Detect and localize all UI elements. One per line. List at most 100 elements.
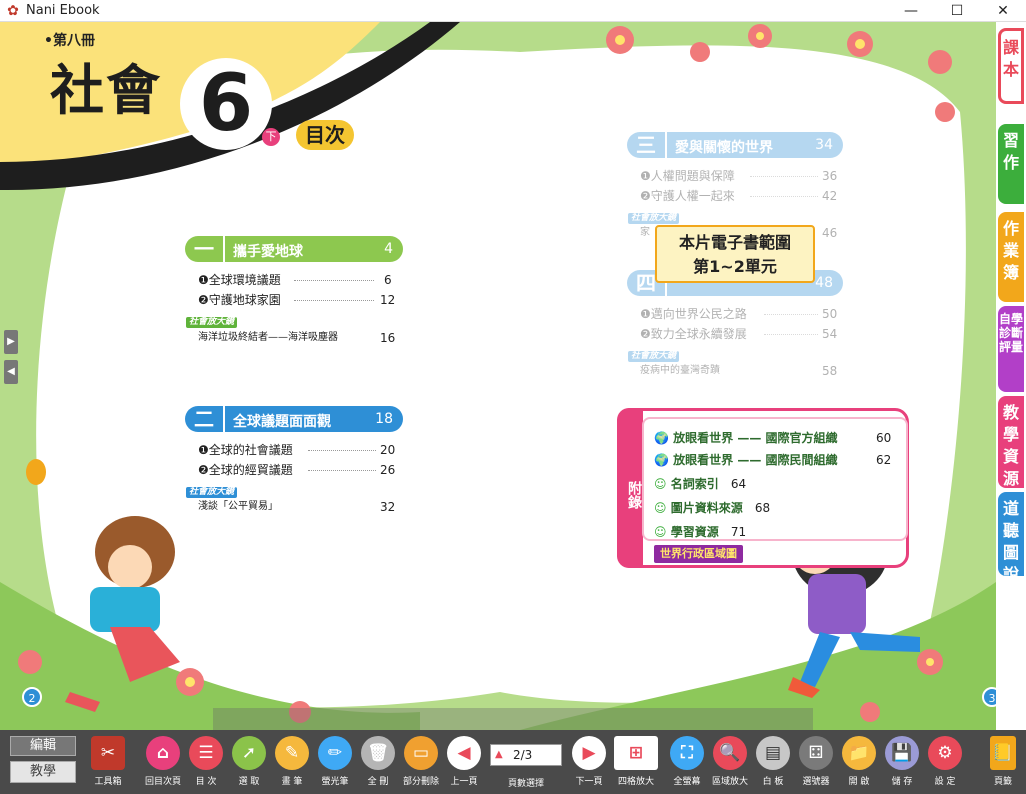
home-icon: ⌂ bbox=[146, 736, 180, 770]
toc-item-page: 16 bbox=[380, 331, 396, 345]
unit-page: 4 bbox=[384, 241, 393, 257]
smile-icon: ☺ bbox=[654, 501, 667, 515]
appendix-item[interactable]: ☺ 名詞索引 64 bbox=[654, 475, 904, 493]
tab-illustrations[interactable]: 道聽圖說 bbox=[998, 492, 1024, 584]
settings-icon: ⚙ bbox=[928, 736, 962, 770]
toc-item-label: 家 bbox=[640, 227, 650, 238]
list-icon: ☰ bbox=[189, 736, 223, 770]
nani-logo-icon: ✿ bbox=[7, 3, 19, 19]
tool-button[interactable]: ◀ 上一頁 bbox=[445, 736, 483, 787]
toc-item[interactable]: ❷守護人權一起來 42 bbox=[640, 187, 838, 205]
bottom-toolbar: 編輯 教學 ✂ 工具箱 ⌂ 回目次頁 ☰ 目 次 ➚ 選 取 ✎ 畫 筆 ✏ 螢光筆 🗑 全… bbox=[0, 730, 1026, 794]
appendix-item-label: 放眼看世界 —— 國際官方組織 bbox=[673, 431, 838, 445]
toc-item-label: ❶全球環境議題 bbox=[198, 273, 281, 287]
collapse-panel-button[interactable]: ◀ bbox=[4, 360, 18, 384]
toc-item-page: 26 bbox=[380, 463, 396, 477]
appendix-item-label: 名詞索引 bbox=[670, 477, 719, 491]
toc-item-page: 50 bbox=[822, 307, 838, 321]
unit-number: 二 bbox=[185, 406, 225, 432]
toc-item-label: ❶人權問題與保障 bbox=[640, 169, 735, 183]
toc-item[interactable]: ❷致力全球永續發展 54 bbox=[640, 325, 838, 343]
window-title: Nani Ebook bbox=[26, 3, 100, 18]
next-page-icon: ▶ bbox=[572, 736, 606, 770]
toc-item[interactable]: ❷守護地球家園 12 bbox=[198, 291, 396, 309]
toc-item[interactable]: ❶邁向世界公民之路 50 bbox=[640, 305, 838, 323]
appendix-item[interactable]: ☺ 學習資源 71 bbox=[654, 523, 904, 541]
tab-textbook[interactable]: 課本 bbox=[998, 28, 1024, 104]
leader-line bbox=[764, 314, 818, 315]
bookmark-button[interactable]: 📒 頁籤 bbox=[984, 736, 1022, 787]
appendix-item[interactable]: 🌍 放眼看世界 —— 國際官方組織 60 bbox=[654, 429, 904, 447]
tab-teaching-resources[interactable]: 教學資源 bbox=[998, 396, 1024, 488]
smile-icon: ☺ bbox=[654, 525, 667, 539]
appendix-item-label: 學習資源 bbox=[670, 525, 719, 539]
toolbox-button[interactable]: ✂ 工具箱 bbox=[86, 736, 130, 787]
appendix-item-label: 圖片資料來源 bbox=[670, 501, 743, 515]
appendix-label: 附錄 bbox=[617, 408, 643, 568]
toc-item-label: ❷致力全球永續發展 bbox=[640, 327, 747, 341]
toc-item[interactable]: 疫病中的臺灣奇蹟 58 bbox=[640, 362, 838, 380]
minimize-button[interactable]: — bbox=[888, 0, 934, 22]
toc-item[interactable]: ❶人權問題與保障 36 bbox=[640, 167, 838, 185]
edit-mode-button[interactable]: 編輯 bbox=[10, 736, 76, 756]
title-bar: ✿ Nani Ebook — ☐ ✕ bbox=[0, 0, 1026, 22]
fullscreen-icon: ⛶ bbox=[670, 736, 704, 770]
toc-item-page: 32 bbox=[380, 500, 396, 514]
folder-icon: 📁 bbox=[842, 736, 876, 770]
toc-item-page: 58 bbox=[822, 364, 838, 378]
toc-item[interactable]: 淺談「公平貿易」 32 bbox=[198, 498, 396, 516]
unit-3-header[interactable]: 三愛與關懷的世界 34 bbox=[627, 132, 843, 158]
magnifier-tag: 社會放大鏡 bbox=[628, 351, 680, 362]
toc-item-page: 20 bbox=[380, 443, 396, 457]
tool-button[interactable]: ⚙ 設 定 bbox=[926, 736, 964, 787]
eraser-icon: ▭ bbox=[404, 736, 438, 770]
tool-button[interactable]: ⊞ 四格放大 bbox=[613, 736, 659, 787]
toc-item[interactable]: 海洋垃圾終結者——海洋吸塵器 16 bbox=[198, 329, 396, 347]
leader-line bbox=[750, 196, 818, 197]
leader-line bbox=[294, 300, 374, 301]
trash-icon: 🗑 bbox=[361, 736, 395, 770]
toc-item-page: 12 bbox=[380, 293, 396, 307]
unit-page: 18 bbox=[375, 411, 393, 427]
page-indicator[interactable]: ▲ 2/3 bbox=[490, 744, 562, 766]
unit-title: 全球議題面面觀 bbox=[233, 414, 331, 430]
toc-item-label: ❷守護地球家園 bbox=[198, 293, 281, 307]
tool-label: 設 定 bbox=[934, 777, 956, 787]
smile-icon: ☺ bbox=[654, 477, 667, 491]
toc-item[interactable]: ❷全球的經貿議題 26 bbox=[198, 461, 396, 479]
appendix-item[interactable]: 🌍 放眼看世界 —— 國際民間組織 62 bbox=[654, 451, 904, 469]
tab-workbook[interactable]: 習作 bbox=[998, 124, 1024, 204]
highlighter-icon: ✏ bbox=[318, 736, 352, 770]
appendix-item[interactable]: ☺ 圖片資料來源 68 bbox=[654, 499, 904, 517]
toc-item[interactable]: ❶全球的社會議題 20 bbox=[198, 441, 396, 459]
unit-1-header[interactable]: 一攜手愛地球 4 bbox=[185, 236, 403, 262]
unit-2-header[interactable]: 二全球議題面面觀 18 bbox=[185, 406, 403, 432]
expand-panel-button[interactable]: ▶ bbox=[4, 330, 18, 354]
toc-item-page: 36 bbox=[822, 169, 838, 183]
bookmark-icon: 📒 bbox=[990, 736, 1016, 770]
toolbox-icon: ✂ bbox=[91, 736, 125, 770]
cursor-icon: ➚ bbox=[232, 736, 266, 770]
teach-mode-button[interactable]: 教學 bbox=[10, 761, 76, 783]
toc-item-page: 6 bbox=[384, 273, 392, 287]
appendix-panel: 附錄 🌍 放眼看世界 —— 國際官方組織 60 🌍 放眼看世界 —— 國際民間組… bbox=[617, 408, 909, 568]
leader-line bbox=[308, 450, 376, 451]
left-page-number: 2 bbox=[22, 687, 42, 707]
save-icon: 💾 bbox=[885, 736, 919, 770]
toc-item-label: ❶全球的社會議題 bbox=[198, 443, 293, 457]
appendix-item-page: 62 bbox=[876, 453, 892, 467]
ebook-scope-notice: 本片電子書範圍 第1~2單元 bbox=[655, 225, 815, 283]
toc-item[interactable]: ❶全球環境議題 6 bbox=[198, 271, 396, 289]
page-background bbox=[0, 22, 996, 730]
maximize-button[interactable]: ☐ bbox=[934, 0, 980, 22]
tab-self-assessment[interactable]: 自學診斷評量 bbox=[998, 306, 1024, 392]
unit-title: 愛與關懷的世界 bbox=[675, 140, 773, 156]
toc-item-page: 54 bbox=[822, 327, 838, 341]
toc-item-label: ❶邁向世界公民之路 bbox=[640, 307, 747, 321]
appendix-list: 🌍 放眼看世界 —— 國際官方組織 60 🌍 放眼看世界 —— 國際民間組織 6… bbox=[642, 417, 908, 541]
world-map-button[interactable]: 世界行政區域圖 bbox=[654, 545, 743, 563]
close-button[interactable]: ✕ bbox=[980, 0, 1026, 22]
toc-title: 目次 bbox=[296, 120, 354, 150]
tab-homework[interactable]: 作業簿 bbox=[998, 212, 1024, 302]
tool-label: 上一頁 bbox=[450, 777, 478, 787]
